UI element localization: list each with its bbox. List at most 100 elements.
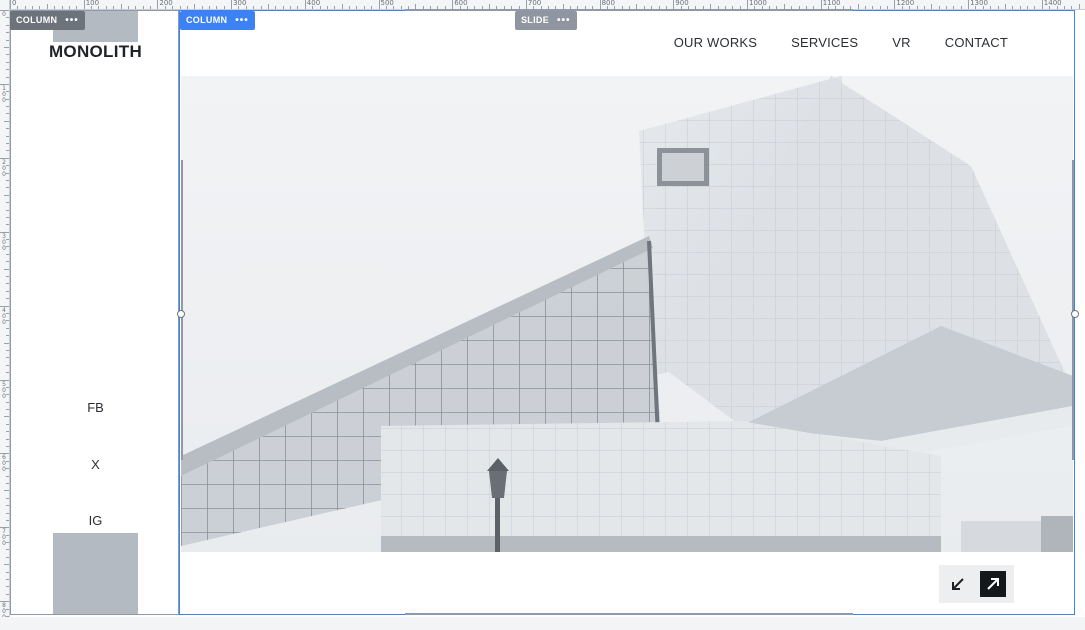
- resize-edge-bottom[interactable]: [405, 613, 853, 615]
- ruler-tick: [1063, 6, 1065, 9]
- social-link-x[interactable]: X: [11, 457, 180, 472]
- ruler-tick: [872, 6, 874, 9]
- ruler-tick: [820, 0, 822, 9]
- ruler-label: 3 0 0: [2, 232, 6, 252]
- nav-contact[interactable]: CONTACT: [945, 35, 1008, 50]
- ruler-tick: [6, 549, 9, 551]
- ruler-tick: [83, 0, 85, 9]
- ruler-tick: [879, 6, 881, 9]
- more-options-icon[interactable]: •••: [557, 11, 571, 30]
- nav-vr[interactable]: VR: [892, 35, 910, 50]
- ruler-tick: [253, 6, 255, 9]
- ruler-tick: [938, 6, 940, 9]
- ruler-tick: [6, 512, 9, 514]
- ruler-label: 1000: [749, 0, 767, 7]
- ruler-tick: [216, 6, 218, 9]
- ruler-tick: [10, 0, 11, 9]
- site-logo[interactable]: MONOLITH: [11, 42, 180, 62]
- slider-prev-button[interactable]: [945, 571, 971, 597]
- ruler-tick: [201, 6, 203, 9]
- resize-edge-top[interactable]: [405, 9, 853, 11]
- ruler-tick: [105, 6, 107, 9]
- ruler-tick: [6, 143, 9, 145]
- resize-handle-right[interactable]: [1071, 310, 1079, 318]
- ruler-label: 300: [233, 0, 247, 7]
- ruler-tick: [990, 6, 992, 9]
- ruler-tick: [6, 505, 9, 507]
- ruler-tick: [6, 497, 9, 499]
- main-column[interactable]: OUR WORKS SERVICES VR CONTACT: [179, 10, 1075, 615]
- ruler-label: 200: [159, 0, 173, 7]
- ruler-tick: [6, 482, 9, 484]
- ruler-tick: [32, 6, 34, 9]
- ruler-tick: [6, 54, 9, 56]
- ruler-tick: [326, 6, 328, 9]
- ruler-tick: [61, 6, 63, 9]
- social-link-ig[interactable]: IG: [11, 513, 180, 528]
- more-options-icon[interactable]: •••: [65, 11, 79, 30]
- slide-badge[interactable]: SLIDE •••: [515, 11, 577, 30]
- ruler-tick: [76, 6, 78, 9]
- nav-services[interactable]: SERVICES: [791, 35, 858, 50]
- placeholder-block-bottom: [53, 533, 138, 614]
- left-column[interactable]: MONOLITH FB X IG: [10, 10, 179, 615]
- social-link-fb[interactable]: FB: [11, 400, 180, 415]
- ruler-tick: [6, 69, 9, 71]
- ruler-tick: [194, 4, 196, 9]
- ruler-tick: [968, 0, 970, 9]
- ruler-tick: [179, 6, 181, 9]
- arrow-down-left-icon: [952, 578, 964, 590]
- ruler-tick: [267, 4, 269, 9]
- ruler-tick: [356, 6, 358, 9]
- ruler-tick: [1034, 6, 1036, 9]
- ruler-tick: [6, 61, 9, 63]
- ruler-tick: [6, 106, 9, 108]
- ruler-tick: [6, 216, 9, 218]
- ruler-tick: [4, 120, 9, 122]
- ruler-tick: [6, 187, 9, 189]
- slider-controls: [939, 565, 1014, 603]
- ruler-tick: [6, 372, 9, 374]
- vertical-ruler: 01 0 02 0 03 0 04 0 05 0 06 0 07 0 08 0 …: [0, 0, 10, 630]
- ruler-tick: [39, 6, 41, 9]
- resize-handle-left[interactable]: [177, 310, 185, 318]
- arrow-up-right-icon: [987, 578, 999, 590]
- ruler-tick: [1019, 6, 1021, 9]
- ruler-tick: [4, 564, 9, 566]
- ruler-tick: [4, 490, 9, 492]
- ruler-label: 4 0 0: [2, 306, 6, 326]
- ruler-tick: [54, 6, 56, 9]
- main-column-badge[interactable]: COLUMN •••: [180, 11, 255, 30]
- main-navigation: OUR WORKS SERVICES VR CONTACT: [674, 35, 1008, 50]
- ruler-tick: [334, 6, 336, 9]
- ruler-tick: [452, 0, 454, 9]
- ruler-tick: [1041, 0, 1043, 9]
- ruler-tick: [260, 6, 262, 9]
- ruler-tick: [6, 571, 9, 573]
- ruler-tick: [4, 342, 9, 344]
- ruler-tick: [6, 261, 9, 263]
- nav-our-works[interactable]: OUR WORKS: [674, 35, 757, 50]
- ruler-tick: [6, 39, 9, 41]
- ruler-tick: [6, 24, 9, 26]
- ruler-tick: [953, 6, 955, 9]
- ruler-tick: [6, 150, 9, 152]
- ruler-tick: [1027, 6, 1029, 9]
- ruler-tick: [916, 6, 918, 9]
- slider-next-button[interactable]: [980, 571, 1006, 597]
- editor-canvas: 0 100 200 300 400 500 600 700 800 900 1000 1100 1200…: [0, 0, 1085, 630]
- ruler-tick: [6, 76, 9, 78]
- ruler-label: 100: [85, 0, 100, 7]
- ruler-tick: [1012, 6, 1014, 9]
- ruler-tick: [223, 6, 225, 9]
- ruler-tick: [6, 179, 9, 181]
- left-column-badge[interactable]: COLUMN •••: [10, 11, 85, 30]
- more-options-icon[interactable]: •••: [235, 11, 249, 30]
- ruler-tick: [6, 327, 9, 329]
- ruler-label: 1100: [822, 0, 841, 7]
- ruler-label: 400: [306, 0, 321, 7]
- ruler-tick: [6, 298, 9, 300]
- ruler-tick: [349, 6, 351, 9]
- canvas-bottom-area: [0, 617, 1085, 630]
- hero-slide-image[interactable]: [181, 76, 1073, 552]
